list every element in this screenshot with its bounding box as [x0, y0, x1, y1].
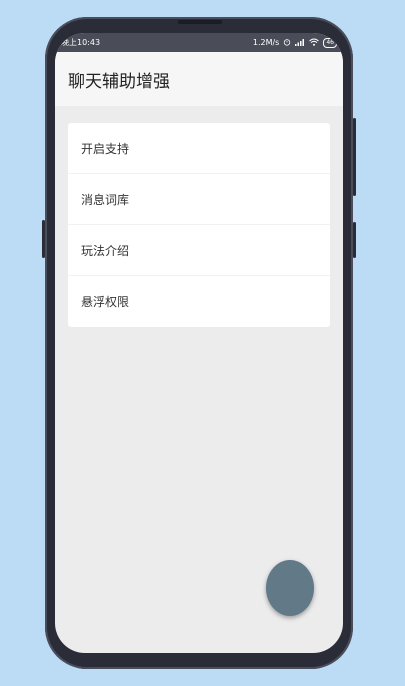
status-bar: 晚上10:43 1.2M/s 46 — [55, 33, 343, 52]
menu-item-label: 悬浮权限 — [81, 295, 130, 309]
phone-right-button-top — [353, 118, 356, 196]
status-time: 晚上10:43 — [61, 38, 101, 47]
menu-card: 开启支持 消息词库 玩法介绍 悬浮权限 — [68, 123, 330, 327]
status-icons: 1.2M/s 46 — [252, 37, 337, 48]
phone-speaker — [178, 20, 222, 24]
menu-item-label: 消息词库 — [81, 192, 130, 207]
menu-item-label: 开启支持 — [81, 141, 130, 156]
phone-left-button — [42, 220, 45, 258]
menu-item-message-library[interactable]: 消息词库 — [68, 174, 330, 225]
app-bar: 聊天辅助增强 — [55, 52, 343, 106]
phone-right-button-bottom — [353, 222, 356, 258]
floating-action-button[interactable] — [266, 560, 314, 616]
app-title: 聊天辅助增强 — [68, 71, 170, 92]
alarm-icon — [283, 38, 291, 48]
battery-indicator: 46 — [323, 37, 337, 48]
menu-item-enable-support[interactable]: 开启支持 — [68, 123, 330, 174]
phone-screen: 晚上10:43 1.2M/s 46 聊天辅助增强 开启支持 消息词库 玩法介绍 — [55, 33, 343, 653]
menu-item-gameplay-intro[interactable]: 玩法介绍 — [68, 225, 330, 276]
network-speed: 1.2M/s — [252, 38, 280, 47]
wifi-icon — [309, 38, 320, 48]
menu-item-floating-permission[interactable]: 悬浮权限 — [68, 276, 330, 327]
signal-icon — [295, 38, 305, 48]
menu-item-label: 玩法介绍 — [81, 243, 130, 258]
